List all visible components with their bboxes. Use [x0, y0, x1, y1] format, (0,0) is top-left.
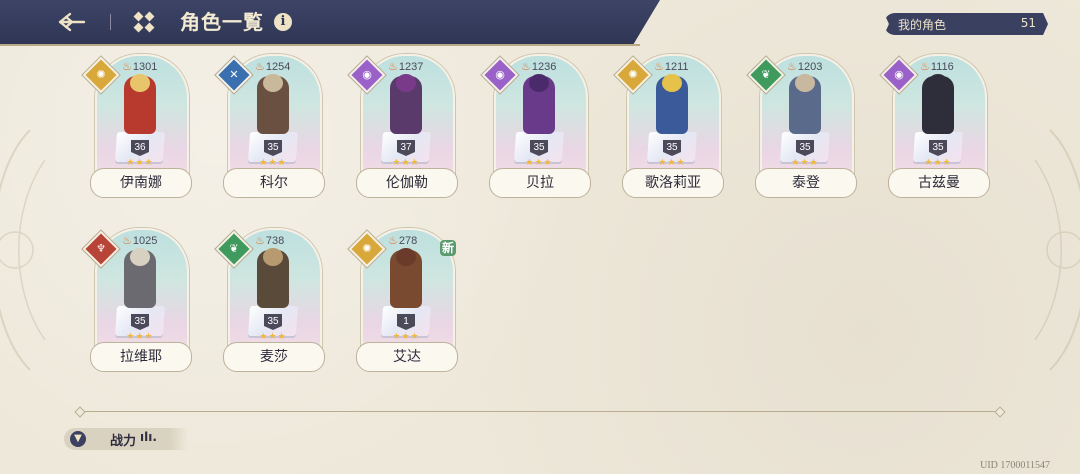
character-head [130, 74, 150, 92]
grid-icon [133, 11, 155, 33]
power-number: 1301 [132, 61, 158, 73]
power-value: ♨1203 [787, 60, 822, 73]
character-card[interactable]: ✺ ♨1211 35 ★★★ 歌洛莉亚 [614, 54, 724, 200]
power-number: 278 [398, 235, 418, 247]
power-number: 1254 [265, 61, 291, 73]
character-head [396, 248, 416, 266]
info-icon[interactable]: i [274, 13, 292, 31]
power-value: ♨1236 [521, 60, 556, 73]
new-badge: 新 [440, 240, 457, 256]
star-rating: ★★★ [126, 332, 154, 342]
character-card[interactable]: ✕ ♨1254 35 ★★★ 科尔 [215, 54, 325, 200]
page-title: 角色一覧 [180, 10, 264, 34]
sort-order-icon: ılı. [140, 430, 157, 444]
flame-icon: ♨ [654, 61, 664, 73]
bottom-divider [80, 411, 1000, 412]
right-ornament [1034, 129, 1080, 371]
flame-icon: ♨ [255, 235, 265, 247]
power-number: 1236 [531, 61, 557, 73]
star-rating: ★★★ [658, 158, 686, 168]
character-head [928, 74, 948, 92]
character-head [130, 248, 150, 266]
character-head [396, 74, 416, 92]
star-rating: ★★★ [791, 158, 819, 168]
character-card[interactable]: ✺ ♨278 1 ★★★ 艾达新 [348, 228, 458, 374]
grid-view-button[interactable] [132, 10, 156, 34]
power-value: ♨1254 [255, 60, 290, 73]
flame-icon: ♨ [388, 61, 398, 73]
left-ornament [0, 129, 46, 371]
flame-icon: ♨ [521, 61, 531, 73]
power-number: 738 [265, 235, 285, 247]
power-value: ♨738 [255, 234, 284, 247]
power-value: ♨278 [388, 234, 417, 247]
character-name: 麦莎 [223, 342, 325, 372]
character-name: 贝拉 [489, 168, 591, 198]
my-characters-counter: 我的角色 51 [884, 13, 1048, 35]
character-head [263, 74, 283, 92]
power-value: ♨1025 [122, 234, 157, 247]
filter-icon: ▼ [70, 431, 86, 447]
character-head [263, 248, 283, 266]
user-id: UID 1700011547 [980, 460, 1050, 471]
character-name: 泰登 [755, 168, 857, 198]
star-rating: ★★★ [259, 158, 287, 168]
power-value: ♨1211 [654, 60, 689, 73]
character-card[interactable]: ◉ ♨1236 35 ★★★ 贝拉 [481, 54, 591, 200]
star-rating: ★★★ [126, 158, 154, 168]
power-value: ♨1237 [388, 60, 423, 73]
back-arrow-icon [58, 12, 86, 32]
power-number: 1211 [664, 61, 689, 73]
character-card[interactable]: ❦ ♨738 35 ★★★ 麦莎 [215, 228, 325, 374]
back-button[interactable] [52, 6, 92, 38]
star-rating: ★★★ [392, 158, 420, 168]
character-card[interactable]: ❦ ♨1203 35 ★★★ 泰登 [747, 54, 857, 200]
flame-icon: ♨ [255, 61, 265, 73]
power-number: 1116 [930, 61, 954, 73]
my-characters-label: 我的角色 [898, 18, 947, 32]
flame-icon: ♨ [122, 61, 132, 73]
power-number: 1025 [132, 235, 158, 247]
character-name: 伊南娜 [90, 168, 192, 198]
star-rating: ★★★ [924, 158, 952, 168]
character-name: 拉维耶 [90, 342, 192, 372]
flame-icon: ♨ [388, 235, 398, 247]
star-rating: ★★★ [392, 332, 420, 342]
character-name: 古兹曼 [888, 168, 990, 198]
sort-label: 战力 [110, 434, 137, 449]
character-card[interactable]: ♆ ♨1025 35 ★★★ 拉维耶 [82, 228, 192, 374]
character-head [662, 74, 682, 92]
my-characters-count: 51 [1020, 16, 1036, 30]
header-border [0, 44, 640, 46]
power-number: 1237 [398, 61, 424, 73]
power-number: 1203 [797, 61, 823, 73]
flame-icon: ♨ [920, 61, 930, 73]
header-bar [0, 0, 660, 44]
character-name: 艾达 [356, 342, 458, 372]
character-card[interactable]: ◉ ♨1237 37 ★★★ 伦伽勒 [348, 54, 458, 200]
star-rating: ★★★ [259, 332, 287, 342]
character-head [795, 74, 815, 92]
flame-icon: ♨ [122, 235, 132, 247]
flame-icon: ♨ [787, 61, 797, 73]
character-name: 歌洛莉亚 [622, 168, 724, 198]
character-name: 伦伽勒 [356, 168, 458, 198]
power-value: ♨1116 [920, 60, 954, 73]
power-value: ♨1301 [122, 60, 157, 73]
star-rating: ★★★ [525, 158, 553, 168]
character-name: 科尔 [223, 168, 325, 198]
header-separator [110, 14, 111, 30]
character-head [529, 74, 549, 92]
sort-button[interactable]: ▼ 战力 ılı. [64, 428, 188, 450]
character-card[interactable]: ✺ ♨1301 36 ★★★ 伊南娜 [82, 54, 192, 200]
character-card[interactable]: ◉ ♨1116 35 ★★★ 古兹曼 [880, 54, 990, 200]
